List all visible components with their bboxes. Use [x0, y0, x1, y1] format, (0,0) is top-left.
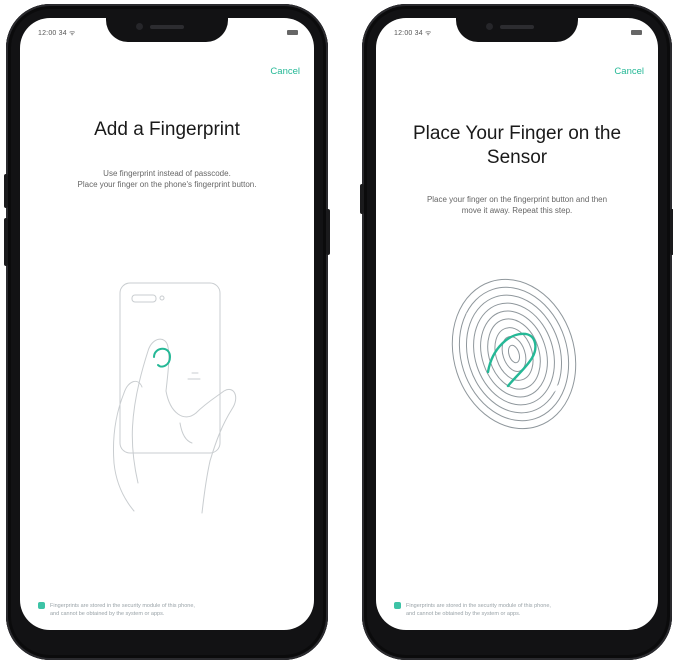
page-title: Add a Fingerprint	[94, 119, 240, 140]
cancel-button[interactable]: Cancel	[270, 66, 300, 77]
front-camera-icon	[486, 23, 493, 30]
volume-button	[360, 184, 364, 214]
security-note-line: Fingerprints are stored in the security …	[50, 603, 195, 609]
volume-button	[4, 218, 8, 266]
speaker-icon	[500, 25, 534, 29]
status-time: 12:00 34 ᯤ	[394, 30, 432, 37]
security-note: Fingerprints are stored in the security …	[394, 602, 640, 618]
page-title: Place Your Finger on the Sensor	[386, 122, 648, 170]
description: Use fingerprint instead of passcode. Pla…	[32, 168, 302, 190]
cancel-button[interactable]: Cancel	[614, 66, 644, 77]
description: Place your finger on the fingerprint but…	[388, 194, 646, 216]
speaker-icon	[150, 25, 184, 29]
description-line: move it away. Repeat this step.	[461, 206, 573, 215]
description-line: Place your finger on the phone's fingerp…	[77, 180, 257, 189]
shield-icon	[394, 602, 401, 609]
description-line: Use fingerprint instead of passcode.	[103, 169, 231, 178]
notch	[456, 18, 578, 42]
screen-place-finger: 12:00 34 ᯤ Cancel Place Your Finger on t…	[376, 18, 658, 630]
phone-right: 12:00 34 ᯤ Cancel Place Your Finger on t…	[360, 4, 673, 660]
status-time: 12:00 34 ᯤ	[38, 30, 76, 37]
shield-icon	[38, 602, 45, 609]
security-note: Fingerprints are stored in the security …	[38, 602, 296, 618]
volume-button	[4, 174, 8, 208]
stage: 12:00 34 ᯤ Cancel Add a Fingerprint Use …	[0, 0, 673, 662]
security-note-line: and cannot be obtained by the system or …	[406, 611, 521, 617]
battery-icon	[631, 30, 642, 35]
hand-holding-phone-icon	[113, 282, 237, 514]
security-note-line: and cannot be obtained by the system or …	[50, 611, 165, 617]
front-camera-icon	[136, 23, 143, 30]
fingerprint-icon	[451, 278, 577, 430]
description-line: Place your finger on the fingerprint but…	[426, 195, 608, 204]
phone-left: 12:00 34 ᯤ Cancel Add a Fingerprint Use …	[4, 4, 330, 660]
notch	[106, 18, 228, 42]
page-title-line: Place Your Finger on the	[412, 123, 622, 144]
screen-add-fingerprint: 12:00 34 ᯤ Cancel Add a Fingerprint Use …	[20, 18, 314, 630]
battery-icon	[287, 30, 298, 35]
security-note-line: Fingerprints are stored in the security …	[406, 603, 551, 609]
page-title-line: Sensor	[486, 147, 548, 168]
power-button	[326, 209, 330, 255]
